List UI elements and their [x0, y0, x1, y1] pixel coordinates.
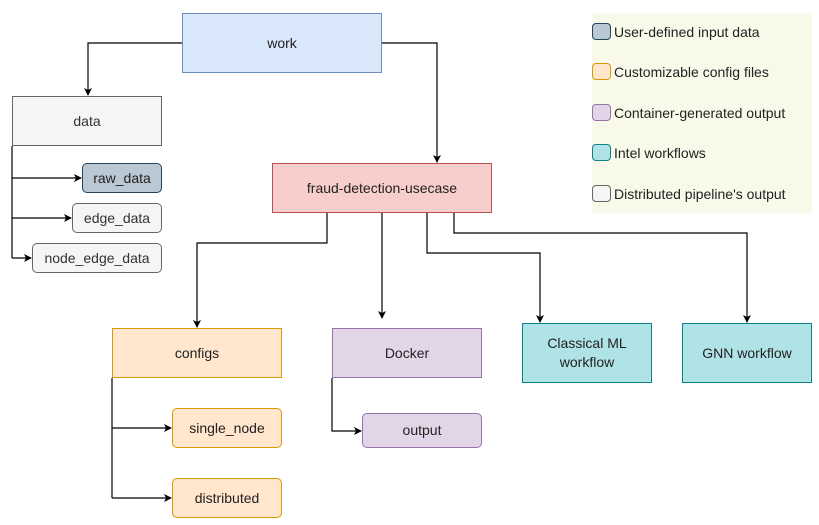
node-data: data	[12, 96, 162, 146]
node-fraud-detection-usecase: fraud-detection-usecase	[272, 163, 492, 213]
node-work: work	[182, 13, 382, 73]
legend-item-container-output: Container-generated output	[592, 104, 785, 121]
node-node-edge-data: node_edge_data	[32, 243, 162, 273]
node-distributed: distributed	[172, 478, 282, 518]
legend-item-intel-workflows: Intel workflows	[592, 144, 706, 161]
legend-item-distributed-output: Distributed pipeline's output	[592, 185, 786, 202]
node-output: output	[362, 413, 482, 448]
edge-docker-output	[331, 378, 362, 435]
node-raw-data: raw_data	[82, 163, 162, 193]
legend-swatch	[592, 23, 611, 40]
classical-line-2: workflow	[559, 354, 615, 370]
edge-fraud-classical	[426, 213, 544, 323]
node-edge-data: edge_data	[72, 203, 162, 233]
legend-item-config: Customizable config files	[592, 63, 769, 80]
edge-work-data	[84, 42, 182, 96]
node-classical-ml-workflow: Classical ML workflow	[522, 323, 652, 383]
diagram-canvas: work data raw_data edge_data node_edge_d…	[0, 0, 819, 525]
legend-swatch	[592, 104, 611, 121]
legend-swatch	[592, 185, 611, 202]
edge-fraud-gnn	[453, 213, 751, 323]
legend-label: Customizable config files	[614, 63, 769, 80]
legend-label: Distributed pipeline's output	[614, 185, 786, 202]
node-single-node: single_node	[172, 408, 282, 448]
legend-label: Container-generated output	[614, 104, 786, 121]
edge-fraud-configs	[193, 213, 328, 328]
classical-line-1: Classical ML	[547, 335, 627, 352]
node-docker: Docker	[332, 328, 482, 378]
node-configs: configs	[112, 328, 282, 378]
node-gnn-workflow: GNN workflow	[682, 323, 812, 383]
legend-label: User-defined input data	[614, 23, 760, 40]
legend-label: Intel workflows	[614, 144, 706, 161]
legend: User-defined input data Customizable con…	[592, 13, 812, 213]
legend-swatch	[592, 144, 611, 161]
edge-work-fraud	[382, 42, 441, 163]
legend-item-user-input: User-defined input data	[592, 23, 760, 40]
legend-swatch	[592, 63, 611, 80]
